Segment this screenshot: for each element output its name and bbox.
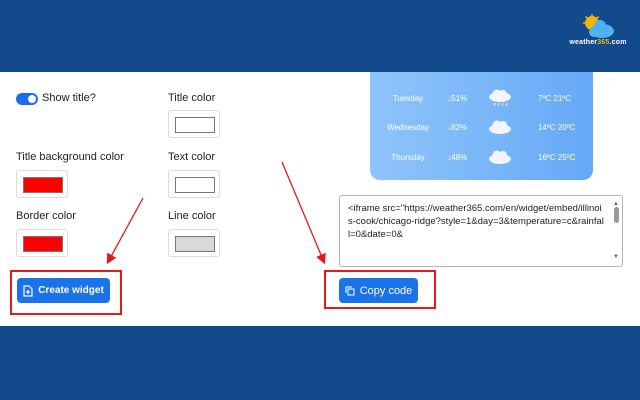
arrow-to-copy-code bbox=[281, 161, 326, 265]
arrow-to-create-widget bbox=[106, 197, 144, 265]
annotation-arrows bbox=[106, 161, 326, 265]
